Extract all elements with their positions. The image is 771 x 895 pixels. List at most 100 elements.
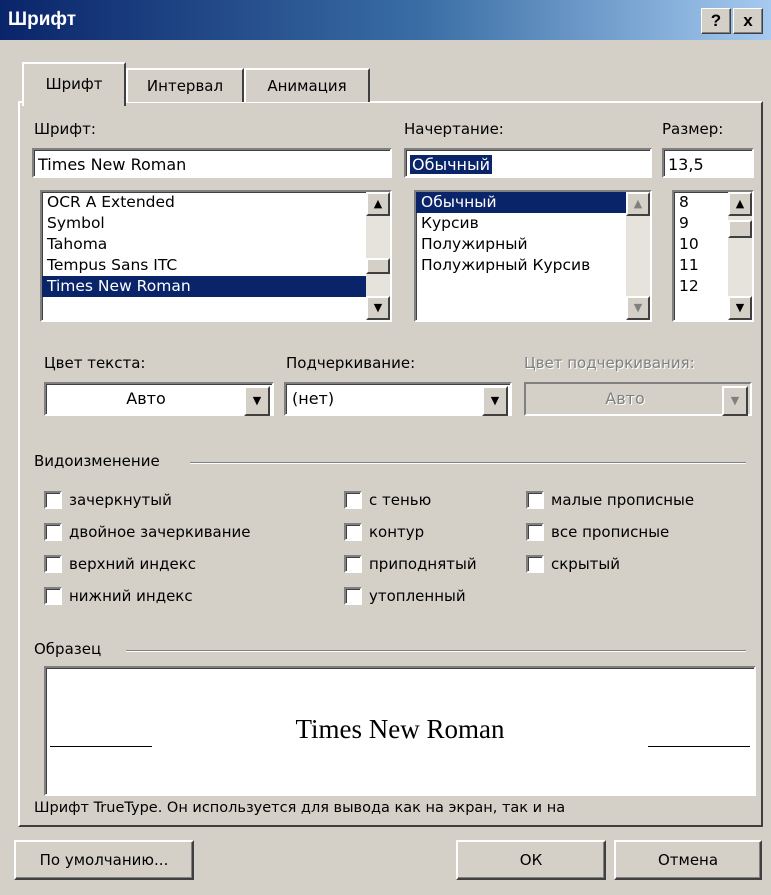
font-list[interactable]: OCR A Extended Symbol Tahoma Tempus Sans IT… bbox=[40, 190, 392, 322]
style-list[interactable]: Обычный Курсив Полужирный Полужирный Курсив… bbox=[414, 190, 652, 322]
tab-animation[interactable]: Анимация bbox=[244, 68, 370, 102]
checkbox-row[interactable]: скрытый bbox=[526, 548, 694, 580]
checkbox-label: контур bbox=[369, 523, 425, 541]
checkbox-row[interactable]: двойное зачеркивание bbox=[44, 516, 251, 548]
chevron-down-icon[interactable]: ▼ bbox=[482, 386, 508, 416]
checkbox[interactable] bbox=[526, 555, 544, 573]
checkbox-label: двойное зачеркивание bbox=[69, 523, 251, 541]
text-color-label: Цвет текста: bbox=[44, 354, 146, 372]
checkbox-label: утопленный bbox=[369, 587, 466, 605]
font-label: Шрифт: bbox=[34, 120, 96, 138]
preview-note: Шрифт TrueType. Он используется для выво… bbox=[34, 800, 566, 816]
checkbox-row[interactable]: малые прописные bbox=[526, 484, 694, 516]
checkbox-row[interactable]: контур bbox=[344, 516, 477, 548]
scroll-up-icon[interactable]: ▲ bbox=[626, 192, 650, 216]
underline-color-label: Цвет подчеркивания: bbox=[524, 354, 695, 372]
scroll-thumb[interactable] bbox=[728, 220, 752, 238]
tab-spacing[interactable]: Интервал bbox=[126, 68, 244, 102]
underline-select[interactable]: (нет) ▼ bbox=[284, 382, 512, 416]
checkbox-row[interactable]: зачеркнутый bbox=[44, 484, 251, 516]
preview-baseline-right bbox=[648, 746, 750, 747]
scroll-up-icon[interactable]: ▲ bbox=[366, 192, 390, 216]
scroll-down-icon[interactable]: ▼ bbox=[366, 296, 390, 320]
style-label: Начертание: bbox=[404, 120, 504, 138]
checkbox[interactable] bbox=[526, 523, 544, 541]
checkbox-row[interactable]: утопленный bbox=[344, 580, 477, 612]
window-title: Шрифт bbox=[8, 9, 77, 30]
preview-label: Образец bbox=[34, 640, 102, 658]
style-input[interactable]: Обычный bbox=[404, 148, 652, 178]
ok-button[interactable]: ОК bbox=[456, 840, 606, 880]
cancel-button[interactable]: Отмена bbox=[614, 840, 762, 880]
title-bar bbox=[0, 0, 771, 40]
style-list-items: Обычный Курсив Полужирный Полужирный Курсив bbox=[416, 192, 650, 276]
preview-divider bbox=[126, 650, 746, 652]
checkbox-row[interactable]: с тенью bbox=[344, 484, 477, 516]
checkbox[interactable] bbox=[44, 491, 62, 509]
list-item[interactable]: Tahoma bbox=[42, 234, 390, 255]
chevron-down-icon[interactable]: ▼ bbox=[244, 386, 270, 416]
size-label: Размер: bbox=[662, 120, 724, 138]
checkbox[interactable] bbox=[344, 523, 362, 541]
checkbox-label: верхний индекс bbox=[69, 555, 197, 573]
checkbox-row[interactable]: все прописные bbox=[526, 516, 694, 548]
close-button[interactable]: x bbox=[733, 8, 763, 34]
style-input-value: Обычный bbox=[410, 155, 493, 174]
scroll-down-icon[interactable]: ▼ bbox=[626, 296, 650, 320]
checkbox[interactable] bbox=[344, 587, 362, 605]
checkbox-label: все прописные bbox=[551, 523, 670, 541]
checkbox-label: с тенью bbox=[369, 491, 432, 509]
effects-column-2: с тенью контур приподнятый утопленный bbox=[344, 484, 477, 612]
preview-sample-text: Times New Roman bbox=[295, 714, 505, 744]
size-list[interactable]: 8 9 10 11 12 ▲ ▼ bbox=[672, 190, 754, 322]
list-item[interactable]: Полужирный bbox=[416, 234, 650, 255]
scroll-up-icon[interactable]: ▲ bbox=[728, 192, 752, 216]
text-color-select[interactable]: Авто ▼ bbox=[44, 382, 274, 416]
underline-label: Подчеркивание: bbox=[286, 354, 416, 372]
effects-column-1: зачеркнутый двойное зачеркивание верхний и… bbox=[44, 484, 251, 612]
checkbox-label: малые прописные bbox=[551, 491, 695, 509]
preview-baseline-left bbox=[50, 746, 152, 747]
effects-divider bbox=[190, 462, 746, 464]
list-item[interactable]: Times New Roman bbox=[42, 276, 390, 297]
scroll-thumb[interactable] bbox=[366, 258, 390, 274]
font-name-input[interactable]: Times New Roman bbox=[32, 148, 392, 178]
checkbox-row[interactable]: верхний индекс bbox=[44, 548, 251, 580]
checkbox[interactable] bbox=[344, 555, 362, 573]
effects-label: Видоизменение bbox=[34, 452, 160, 470]
font-list-items: OCR A Extended Symbol Tahoma Tempus Sans IT… bbox=[42, 192, 390, 297]
checkbox-label: скрытый bbox=[551, 555, 621, 573]
style-list-scrollbar[interactable]: ▲ ▼ bbox=[626, 192, 650, 320]
help-button[interactable]: ? bbox=[701, 8, 731, 34]
tab-font-label: Шрифт bbox=[45, 75, 103, 93]
checkbox-label: приподнятый bbox=[369, 555, 477, 573]
list-item[interactable]: Курсив bbox=[416, 213, 650, 234]
checkbox-label: зачеркнутый bbox=[69, 491, 172, 509]
checkbox[interactable] bbox=[526, 491, 544, 509]
list-item[interactable]: Обычный bbox=[416, 192, 650, 213]
text-color-value: Авто bbox=[126, 389, 166, 408]
tab-animation-label: Анимация bbox=[267, 77, 347, 95]
underline-color-select: Авто ▼ bbox=[524, 382, 752, 416]
checkbox[interactable] bbox=[44, 587, 62, 605]
checkbox[interactable] bbox=[44, 555, 62, 573]
size-list-scrollbar[interactable]: ▲ ▼ bbox=[728, 192, 752, 320]
tab-font[interactable]: Шрифт bbox=[22, 62, 126, 106]
font-list-scrollbar[interactable]: ▲ ▼ bbox=[366, 192, 390, 320]
list-item[interactable]: Tempus Sans ITC bbox=[42, 255, 390, 276]
checkbox[interactable] bbox=[44, 523, 62, 541]
chevron-down-icon: ▼ bbox=[722, 386, 748, 416]
default-button[interactable]: По умолчанию... bbox=[14, 840, 194, 880]
checkbox-row[interactable]: приподнятый bbox=[344, 548, 477, 580]
underline-value: (нет) bbox=[292, 389, 335, 408]
checkbox-label: нижний индекс bbox=[69, 587, 193, 605]
checkbox[interactable] bbox=[344, 491, 362, 509]
list-item[interactable]: OCR A Extended bbox=[42, 192, 390, 213]
scroll-down-icon[interactable]: ▼ bbox=[728, 296, 752, 320]
underline-color-value: Авто bbox=[605, 389, 645, 408]
checkbox-row[interactable]: нижний индекс bbox=[44, 580, 251, 612]
list-item[interactable]: Полужирный Курсив bbox=[416, 255, 650, 276]
list-item[interactable]: Symbol bbox=[42, 213, 390, 234]
size-input[interactable]: 13,5 bbox=[662, 148, 754, 178]
tab-spacing-label: Интервал bbox=[146, 77, 224, 95]
